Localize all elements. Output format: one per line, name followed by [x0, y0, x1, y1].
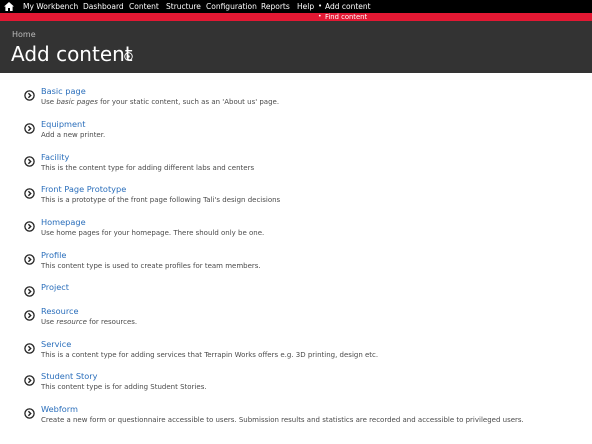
- circle-arrow-right-icon[interactable]: [24, 123, 35, 134]
- content-type-link[interactable]: Equipment: [41, 119, 85, 130]
- content-type-link[interactable]: Resource: [41, 306, 79, 317]
- toolbar-item-add-content[interactable]: Add content: [325, 1, 371, 12]
- content-type-link[interactable]: Homepage: [41, 217, 86, 228]
- content-type-link[interactable]: Basic page: [41, 86, 86, 97]
- toolbar-item-my-workbench[interactable]: My Workbench: [23, 1, 78, 12]
- content-type-link[interactable]: Facility: [41, 152, 69, 163]
- circle-arrow-right-icon[interactable]: [24, 286, 35, 297]
- content-type-item[interactable]: Service This is a content type for addin…: [24, 339, 584, 369]
- toolbar-item-structure[interactable]: Structure: [166, 1, 201, 12]
- page-title: Add content: [11, 42, 133, 66]
- content-type-link[interactable]: Front Page Prototype: [41, 184, 126, 195]
- circle-arrow-right-icon[interactable]: [24, 343, 35, 354]
- toolbar-item-reports[interactable]: Reports: [261, 1, 290, 12]
- content-type-item[interactable]: Homepage Use home pages for your homepag…: [24, 217, 584, 247]
- circle-arrow-right-icon[interactable]: [24, 254, 35, 265]
- content-type-description: Create a new form or questionnaire acces…: [41, 416, 524, 424]
- content-type-link[interactable]: Project: [41, 282, 69, 293]
- content-type-description: This is a prototype of the front page fo…: [41, 196, 281, 204]
- content-type-description: Use basic pages for your static content,…: [41, 98, 280, 106]
- help-circle-icon[interactable]: [124, 52, 133, 61]
- admin-toolbar: My Workbench Dashboard Content Structure…: [0, 0, 592, 13]
- circle-arrow-right-icon[interactable]: [24, 90, 35, 101]
- content-type-link[interactable]: Webform: [41, 404, 78, 415]
- content-type-description: Use resource for resources.: [41, 318, 138, 326]
- content-type-link[interactable]: Profile: [41, 250, 66, 261]
- content-type-item[interactable]: Basic page Use basic pages for your stat…: [24, 86, 584, 116]
- toolbar-item-dashboard[interactable]: Dashboard: [83, 1, 124, 12]
- content-type-link[interactable]: Student Story: [41, 371, 97, 382]
- circle-arrow-right-icon[interactable]: [24, 221, 35, 232]
- content-type-item[interactable]: Facility This is the content type for ad…: [24, 152, 584, 182]
- breadcrumb-home[interactable]: Home: [12, 30, 36, 39]
- toolbar-item-content[interactable]: Content: [129, 1, 159, 12]
- content-type-description: This is a content type for adding servic…: [41, 351, 379, 359]
- sub-bar-bullet: •: [318, 13, 322, 20]
- content-type-link[interactable]: Service: [41, 339, 71, 350]
- toolbar-sub-item-find-content[interactable]: Find content: [325, 13, 367, 21]
- content-type-item[interactable]: Profile This content type is used to cre…: [24, 250, 584, 280]
- content-type-item[interactable]: Webform Create a new form or questionnai…: [24, 404, 584, 434]
- toolbar-item-configuration[interactable]: Configuration: [206, 1, 257, 12]
- content-type-description: This content type is for adding Student …: [41, 383, 207, 391]
- circle-arrow-right-icon[interactable]: [24, 188, 35, 199]
- page-header: Home Add content: [0, 21, 592, 73]
- content-type-item[interactable]: Front Page Prototype This is a prototype…: [24, 184, 584, 214]
- toolbar-bullet: •: [318, 2, 323, 10]
- content-type-item[interactable]: Equipment Add a new printer.: [24, 119, 584, 149]
- home-icon[interactable]: [4, 2, 14, 11]
- content-type-item[interactable]: Resource Use resource for resources.: [24, 306, 584, 336]
- toolbar-item-help[interactable]: Help: [297, 1, 314, 12]
- circle-arrow-right-icon[interactable]: [24, 310, 35, 321]
- circle-arrow-right-icon[interactable]: [24, 156, 35, 167]
- content-type-item[interactable]: Student Story This content type is for a…: [24, 371, 584, 401]
- circle-arrow-right-icon[interactable]: [24, 408, 35, 419]
- toolbar-sub-bar: • Find content: [0, 13, 592, 21]
- content-type-description: This content type is used to create prof…: [41, 262, 261, 270]
- content-type-description: This is the content type for adding diff…: [41, 164, 255, 172]
- circle-arrow-right-icon[interactable]: [24, 375, 35, 386]
- content-type-description: Add a new printer.: [41, 131, 106, 139]
- content-type-description: Use home pages for your homepage. There …: [41, 229, 265, 237]
